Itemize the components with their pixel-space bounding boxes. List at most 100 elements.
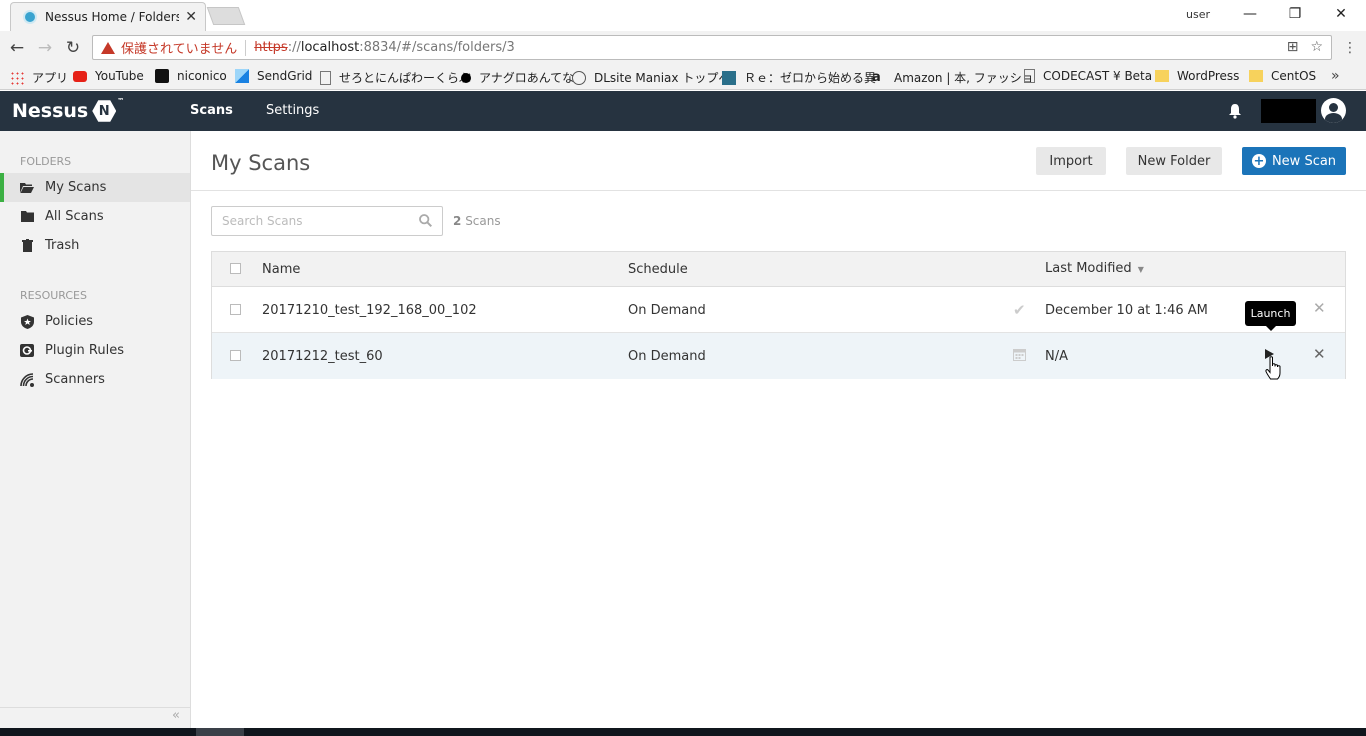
bookmark-item[interactable]: アプリ [10, 69, 68, 86]
table-header: Name Schedule Last Modified ▼ [212, 252, 1345, 287]
re-zero-icon [722, 70, 736, 85]
bookmark-item[interactable]: CentOS [1249, 69, 1316, 83]
nav-scans[interactable]: Scans [190, 103, 233, 118]
sidebar-item-scanners[interactable]: Scanners [0, 365, 190, 394]
url-host: localhost [300, 40, 360, 55]
sidebar: FOLDERS My Scans All Scans Trash RESOURC… [0, 131, 191, 728]
sendgrid-icon [235, 69, 249, 83]
check-icon: ✔ [1013, 301, 1026, 319]
security-warning[interactable]: 保護されていません [121, 38, 237, 57]
scan-schedule: On Demand [628, 303, 706, 318]
scan-name[interactable]: 20171212_test_60 [262, 349, 383, 364]
column-last-modified[interactable]: Last Modified ▼ [1045, 261, 1144, 276]
browser-tab[interactable]: Nessus Home / Folders / ✕ [10, 2, 206, 31]
import-button[interactable]: Import [1036, 147, 1106, 175]
header-divider [191, 190, 1366, 191]
scan-count: 2 Scans [453, 214, 501, 228]
table-row[interactable]: 20171212_test_60 On Demand N/A ✕ [212, 333, 1345, 379]
warning-icon [101, 41, 115, 54]
tab-close-icon[interactable]: ✕ [185, 9, 197, 25]
reload-icon[interactable]: ↻ [62, 37, 84, 59]
apps-grid-icon [10, 70, 24, 85]
column-name[interactable]: Name [262, 262, 300, 277]
search-icon[interactable] [419, 214, 432, 227]
folder-icon [20, 210, 34, 223]
new-scan-button[interactable]: + New Scan [1242, 147, 1346, 175]
sidebar-collapse-button[interactable]: « [0, 707, 190, 728]
delete-icon[interactable]: ✕ [1313, 345, 1326, 363]
app-header: Nessus N ™ Scans Settings [0, 91, 1366, 131]
trash-icon [20, 239, 34, 252]
page-title: My Scans [211, 151, 311, 175]
row-checkbox[interactable] [230, 304, 241, 315]
bookmark-item[interactable]: YouTube [73, 69, 144, 83]
forward-icon[interactable]: → [34, 37, 56, 59]
url-divider [245, 39, 247, 56]
new-scan-label: New Scan [1271, 153, 1337, 169]
minimize-icon[interactable]: — [1235, 3, 1265, 25]
folder-icon [1249, 70, 1263, 82]
scans-table: Name Schedule Last Modified ▼ 20171210_te… [211, 251, 1346, 379]
hand-cursor-icon [1265, 356, 1281, 380]
taskbar-item[interactable] [196, 728, 244, 736]
sidebar-item-plugin-rules[interactable]: Plugin Rules [0, 336, 190, 365]
scan-last-modified: N/A [1045, 349, 1068, 364]
address-bar[interactable]: 保護されていません https :// localhost :8834/#/sc… [92, 35, 1332, 60]
bookmark-star-icon[interactable]: ☆ [1310, 39, 1323, 55]
user-avatar-icon[interactable] [1321, 98, 1346, 123]
window-user-label: user [1186, 8, 1210, 21]
back-icon[interactable]: ← [6, 37, 28, 59]
plus-circle-icon: + [1251, 153, 1266, 169]
bookmark-item[interactable]: CODECAST ¥ Beta [1024, 69, 1152, 83]
bookmark-item[interactable]: DLsite Maniax トップペ [572, 69, 730, 86]
bookmark-item[interactable]: せろとにんぱわーくらぶ [320, 69, 471, 86]
new-tab-button[interactable] [206, 7, 246, 25]
nessus-favicon-icon [23, 10, 37, 24]
bookmarks-bar: アプリ YouTube niconico SendGrid せろとにんぱわーくら… [0, 64, 1366, 90]
tab-title: Nessus Home / Folders / [45, 10, 180, 24]
select-all-checkbox[interactable] [230, 263, 241, 274]
browser-toolbar: ← → ↻ 保護されていません https :// localhost :883… [0, 31, 1366, 64]
translate-icon[interactable]: ⊞ [1287, 39, 1299, 55]
calendar-icon [1013, 349, 1026, 361]
folder-icon [1155, 70, 1169, 82]
bell-icon[interactable] [1228, 103, 1242, 119]
restore-icon[interactable]: ❐ [1280, 3, 1310, 25]
folders-heading: FOLDERS [20, 155, 72, 168]
nessus-hex-icon: N [92, 100, 117, 122]
delete-icon[interactable]: ✕ [1313, 299, 1326, 317]
policies-icon [20, 314, 34, 329]
url-separator: :// [287, 40, 301, 55]
scanners-icon [20, 372, 34, 387]
bookmark-item[interactable]: a Amazon | 本, ファッショ [872, 69, 1034, 86]
nav-settings[interactable]: Settings [266, 103, 319, 118]
new-folder-button[interactable]: New Folder [1126, 147, 1222, 175]
column-schedule[interactable]: Schedule [628, 262, 688, 277]
bookmark-item[interactable]: アナグロあんてな [461, 69, 574, 86]
row-checkbox[interactable] [230, 350, 241, 361]
bookmark-item[interactable]: WordPress [1155, 69, 1239, 83]
bookmark-item[interactable]: Ｒｅ：ゼロから始める異 [722, 69, 876, 86]
bookmark-item[interactable]: niconico [155, 69, 227, 83]
bookmarks-overflow-icon[interactable]: » [1331, 68, 1340, 84]
page-icon [320, 70, 331, 85]
search-input[interactable] [212, 207, 402, 235]
sidebar-item-trash[interactable]: Trash [0, 231, 190, 260]
trademark-mark: ™ [117, 97, 125, 105]
browser-menu-icon[interactable]: ⋮ [1343, 40, 1357, 56]
nessus-logo[interactable]: Nessus N ™ [12, 97, 125, 123]
sidebar-item-all-scans[interactable]: All Scans [0, 202, 190, 231]
url-protocol: https [254, 40, 288, 55]
table-row[interactable]: 20171210_test_192_168_00_102 On Demand ✔… [212, 287, 1345, 333]
sidebar-item-my-scans[interactable]: My Scans [0, 173, 190, 202]
username-redacted[interactable] [1261, 99, 1316, 123]
browser-titlebar: Nessus Home / Folders / ✕ user — ❐ ✕ [0, 0, 1366, 31]
sort-desc-icon: ▼ [1137, 265, 1144, 274]
sidebar-item-policies[interactable]: Policies [0, 307, 190, 336]
scan-last-modified: December 10 at 1:46 AM [1045, 303, 1208, 318]
scan-name[interactable]: 20171210_test_192_168_00_102 [262, 303, 477, 318]
folder-open-icon [20, 181, 34, 194]
window-close-icon[interactable]: ✕ [1326, 3, 1356, 25]
bookmark-item[interactable]: SendGrid [235, 69, 312, 83]
url-path: :8834/#/scans/folders/3 [359, 40, 515, 55]
